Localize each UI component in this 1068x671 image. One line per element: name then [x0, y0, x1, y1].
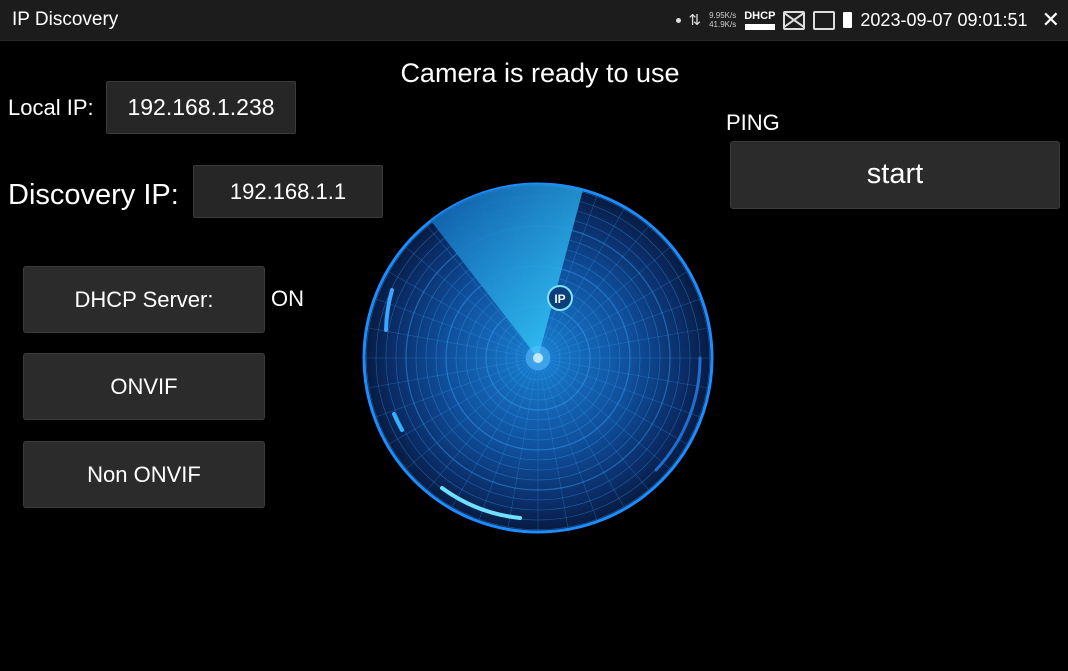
discovery-ip-label: Discovery IP:	[8, 179, 179, 211]
dhcp-icon: DHCP	[744, 9, 776, 30]
battery-icon	[843, 12, 853, 28]
dhcp-server-button[interactable]: DHCP Server:	[23, 266, 265, 333]
local-ip-field[interactable]: 192.168.1.238	[106, 81, 296, 134]
local-ip-label: Local IP:	[8, 95, 94, 120]
status-bar: ⇅ 9.95K/s 41.9K/s DHCP 2023-09-07 09:01:…	[675, 6, 1060, 34]
onvif-button[interactable]: ONVIF	[23, 353, 265, 420]
non-onvif-button[interactable]: Non ONVIF	[23, 441, 265, 508]
speed-up: 9.95K/s	[709, 11, 737, 20]
app-title: IP Discovery	[12, 9, 119, 30]
dot-icon	[675, 17, 681, 23]
datetime: 2023-09-07 09:01:51	[860, 9, 1028, 30]
start-button[interactable]: start	[730, 141, 1060, 209]
network-arrows-icon: ⇅	[688, 11, 702, 29]
no-monitor-icon	[783, 10, 806, 30]
dhcp-server-label: DHCP Server:	[74, 286, 214, 312]
non-onvif-label: Non ONVIF	[87, 461, 201, 487]
close-icon[interactable]: ✕	[1042, 8, 1060, 33]
speed-down: 41.9K/s	[709, 20, 737, 29]
network-speed: 9.95K/s 41.9K/s	[709, 11, 736, 29]
dhcp-server-state: ON	[271, 286, 304, 311]
radar-graphic: IP	[362, 182, 714, 534]
start-label: start	[866, 158, 924, 190]
ping-label: PING	[726, 110, 780, 135]
onvif-label: ONVIF	[110, 373, 178, 399]
device-status-icon	[813, 10, 836, 30]
title-bar: IP Discovery ⇅ 9.95K/s 41.9K/s DHCP 2023…	[0, 0, 1068, 41]
dhcp-icon-label: DHCP	[744, 9, 776, 22]
ip-marker-label: IP	[554, 292, 565, 306]
radar-display: IP	[358, 178, 718, 538]
discovery-ip-field[interactable]: 192.168.1.1	[193, 165, 383, 218]
